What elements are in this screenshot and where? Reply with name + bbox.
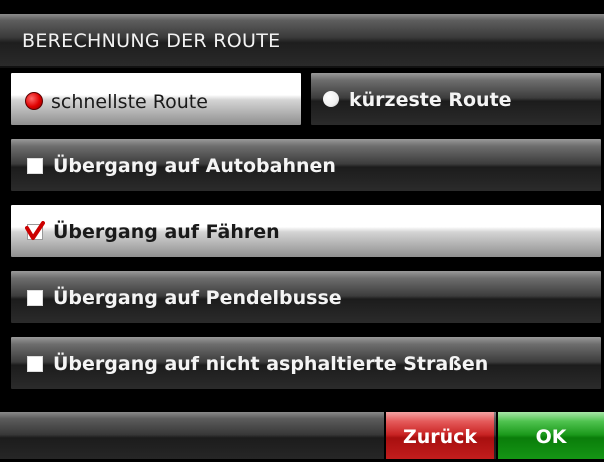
radio-fastest-route[interactable]: schnellste Route xyxy=(10,72,302,126)
option-motorways-label: Übergang auf Autobahnen xyxy=(53,155,336,177)
option-unpaved-roads[interactable]: Übergang auf nicht asphaltierte Straßen xyxy=(10,336,602,390)
checkbox-icon xyxy=(27,290,43,306)
radio-selected-icon xyxy=(25,92,43,110)
option-ferries[interactable]: Übergang auf Fähren xyxy=(10,204,602,258)
checkbox-icon xyxy=(27,158,43,174)
checkbox-icon xyxy=(27,356,43,372)
option-ferries-label: Übergang auf Fähren xyxy=(53,221,280,243)
ok-button[interactable]: OK xyxy=(496,412,604,459)
title-bar: BERECHNUNG DER ROUTE xyxy=(0,14,604,68)
checkbox-checked-icon xyxy=(25,221,45,240)
option-motorways[interactable]: Übergang auf Autobahnen xyxy=(10,138,602,192)
radio-unselected-icon xyxy=(323,91,339,107)
checkmark-icon xyxy=(25,221,45,240)
route-settings-screen: BERECHNUNG DER ROUTE schnellste Route kü… xyxy=(0,0,604,459)
option-shuttle-buses-label: Übergang auf Pendelbusse xyxy=(53,287,342,309)
option-shuttle-buses[interactable]: Übergang auf Pendelbusse xyxy=(10,270,602,324)
page-title: BERECHNUNG DER ROUTE xyxy=(22,30,281,52)
radio-shortest-route-label: kürzeste Route xyxy=(349,89,512,111)
back-button[interactable]: Zurück xyxy=(384,412,494,459)
radio-fastest-route-label: schnellste Route xyxy=(51,91,208,113)
radio-shortest-route[interactable]: kürzeste Route xyxy=(310,72,602,126)
option-unpaved-roads-label: Übergang auf nicht asphaltierte Straßen xyxy=(53,353,489,375)
